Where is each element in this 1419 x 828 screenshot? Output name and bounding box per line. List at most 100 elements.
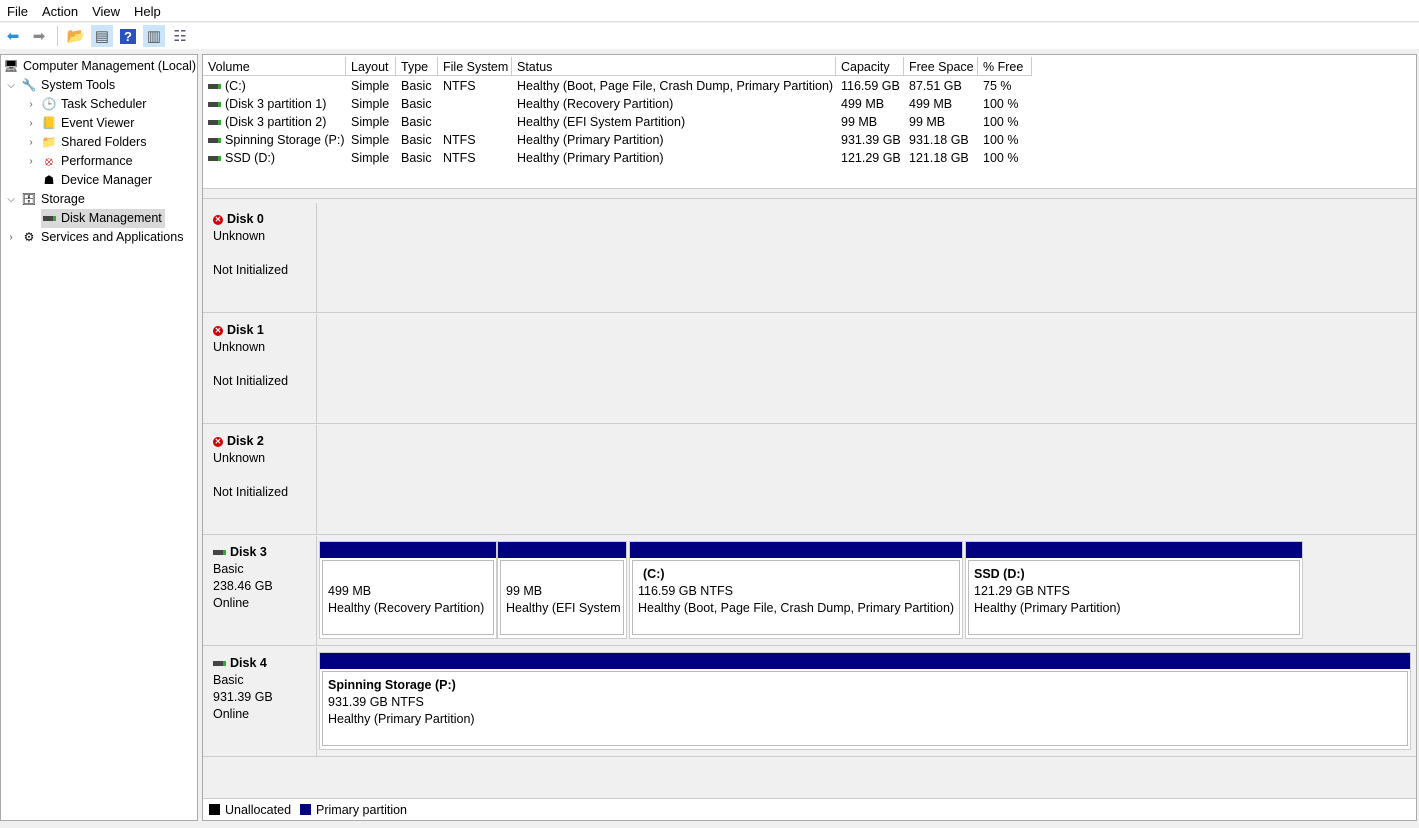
partition[interactable]: Spinning Storage (P:) 931.39 GB NTFS Hea… [319, 652, 1411, 750]
back-icon[interactable]: ⬅ [2, 25, 24, 47]
partition[interactable]: 499 MB Healthy (Recovery Partition) [319, 541, 497, 639]
volume-icon [208, 156, 221, 162]
menu-action[interactable]: Action [41, 0, 85, 21]
primary-partition-bar [320, 653, 1410, 669]
disk-label[interactable]: ✕ Disk 2 Unknown Not Initialized [203, 425, 317, 535]
chevron-right-icon[interactable]: › [25, 114, 37, 133]
disk-label[interactable]: Disk 3 Basic 238.46 GB Online [203, 536, 317, 646]
volume-cell-container: Basic [396, 131, 438, 149]
show-hide-console-tree-icon[interactable]: ▤ [91, 25, 113, 47]
volume-cell: 75 % [983, 79, 1012, 93]
forward-icon[interactable]: ➡ [28, 25, 50, 47]
properties-icon[interactable]: ☷ [169, 25, 191, 47]
volume-cell: Healthy (Boot, Page File, Crash Dump, Pr… [517, 79, 834, 93]
partition-info: Spinning Storage (P:) 931.39 GB NTFS Hea… [322, 671, 1408, 746]
volume-row[interactable]: (C:) Simple Basic NTFS Healthy (Boot, Page F… [203, 77, 1032, 95]
chevron-right-icon[interactable]: › [25, 152, 37, 171]
volume-cell: Healthy (EFI System Partition) [517, 115, 686, 129]
disk-name-text: Disk 4 [230, 656, 267, 670]
volume-cell: (Disk 3 partition 2) [225, 115, 327, 129]
partition[interactable]: 99 MB Healthy (EFI System I [497, 541, 627, 639]
volume-cell-container: Healthy (EFI System Partition) [512, 113, 836, 131]
tree-storage[interactable]: ⌵ 🗄 Storage [5, 190, 85, 209]
tree-system-tools[interactable]: ⌵ 🔧 System Tools [5, 76, 115, 95]
volume-cell-container: Simple [346, 149, 396, 167]
column-volume[interactable]: Volume [203, 57, 346, 76]
volume-icon [208, 138, 221, 144]
disk-label[interactable]: Disk 4 Basic 931.39 GB Online [203, 647, 317, 757]
menu-bar: File Action View Help [0, 0, 1419, 22]
primary-partition-bar [630, 542, 962, 558]
volume-cell: 100 % [983, 133, 1019, 147]
column-free-space[interactable]: Free Space [904, 57, 978, 76]
menu-file[interactable]: File [6, 0, 35, 21]
volume-cell: Basic [401, 97, 432, 111]
partition-status: Healthy (Boot, Page File, Crash Dump, Pr… [638, 601, 955, 615]
menu-view[interactable]: View [91, 0, 127, 21]
chevron-down-icon[interactable]: ⌵ [5, 76, 17, 95]
partition-info: SSD (D:) 121.29 GB NTFS Healthy (Primary… [968, 560, 1300, 635]
volume-icon [208, 84, 221, 90]
volume-cell: 99 MB [841, 115, 878, 129]
partition[interactable]: (C:) 116.59 GB NTFS Healthy (Boot, Page … [629, 541, 963, 639]
tree-device-manager[interactable]: ☗ Device Manager [41, 171, 152, 190]
volume-cell: Simple [351, 151, 390, 165]
volume-cell-container: Simple [346, 95, 396, 113]
shared-folder-icon: 📁 [41, 135, 57, 149]
volume-cell-container: SSD (D:) [203, 149, 346, 167]
tree-event-viewer[interactable]: › 📒 Event Viewer [25, 114, 134, 133]
tree-disk-management[interactable]: Disk Management [41, 209, 165, 228]
chevron-right-icon[interactable]: › [25, 133, 37, 152]
volume-cell-container: 931.18 GB [904, 131, 978, 149]
volume-cell-container: NTFS [438, 149, 512, 167]
volume-cell: SSD (D:) [225, 151, 275, 165]
column-layout[interactable]: Layout [346, 57, 396, 76]
volume-cell: 116.59 GB [841, 79, 900, 93]
volume-row[interactable]: SSD (D:) Simple Basic NTFS Healthy (Primary … [203, 149, 1032, 167]
volume-row[interactable]: (Disk 3 partition 1) Simple Basic Healthy (… [203, 95, 1032, 113]
up-folder-icon[interactable]: 📂 [65, 25, 87, 47]
column-status[interactable]: Status [512, 57, 836, 76]
tree-performance[interactable]: › ⦻ Performance [25, 152, 132, 171]
disk-area [317, 425, 1416, 535]
tree-services-applications[interactable]: › ⚙ Services and Applications [5, 228, 183, 247]
disk-type: Unknown [213, 451, 266, 465]
volume-cell: Simple [351, 115, 390, 129]
disk-label[interactable]: ✕ Disk 0 Unknown Not Initialized [203, 203, 317, 313]
tree-shared-folders[interactable]: › 📁 Shared Folders [25, 133, 146, 152]
disk-area [317, 203, 1416, 313]
partition-status: Healthy (Recovery Partition) [328, 601, 485, 615]
tree-task-scheduler[interactable]: › 🕒 Task Scheduler [25, 95, 146, 114]
volume-cell-container: 116.59 GB [836, 77, 904, 95]
disk-row: Disk 3 Basic 238.46 GB Online 499 MB Hea… [203, 536, 1416, 646]
show-action-pane-icon[interactable]: ▥ [143, 25, 165, 47]
disk-state: Online [213, 707, 250, 721]
column-file-system[interactable]: File System [438, 57, 512, 76]
volume-cell-container: 121.18 GB [904, 149, 978, 167]
disk-size: 238.46 GB [213, 579, 273, 593]
volume-cell: 99 MB [909, 115, 946, 129]
column-type[interactable]: Type [396, 57, 438, 76]
column-capacity[interactable]: Capacity [836, 57, 904, 76]
tree-computer-management[interactable]: 🖥 Computer Management (Local) [3, 57, 196, 76]
column-percent-free[interactable]: % Free [978, 57, 1032, 76]
menu-help[interactable]: Help [133, 0, 168, 21]
chevron-down-icon[interactable]: ⌵ [5, 190, 17, 209]
volume-row[interactable]: Spinning Storage (P:) Simple Basic NTFS Heal… [203, 131, 1032, 149]
chevron-right-icon[interactable]: › [25, 95, 37, 114]
partition-info: (C:) 116.59 GB NTFS Healthy (Boot, Page … [632, 560, 960, 635]
error-icon: ✕ [213, 325, 223, 336]
chevron-right-icon[interactable]: › [5, 228, 17, 247]
help-icon[interactable]: ? [117, 25, 139, 47]
disk-row: Disk 4 Basic 931.39 GB Online Spinning S… [203, 647, 1416, 757]
volume-row[interactable]: (Disk 3 partition 2) Simple Basic Healthy (… [203, 113, 1032, 131]
partition[interactable]: SSD (D:) 121.29 GB NTFS Healthy (Primary… [965, 541, 1303, 639]
disk-label[interactable]: ✕ Disk 1 Unknown Not Initialized [203, 314, 317, 424]
pane-splitter[interactable] [203, 188, 1416, 199]
volume-cell-container: Spinning Storage (P:) [203, 131, 346, 149]
volume-cell: Basic [401, 151, 432, 165]
volume-cell-container: (Disk 3 partition 2) [203, 113, 346, 131]
volume-cell: Simple [351, 79, 390, 93]
volume-cell: (C:) [225, 79, 246, 93]
disk-size: 931.39 GB [213, 690, 273, 704]
